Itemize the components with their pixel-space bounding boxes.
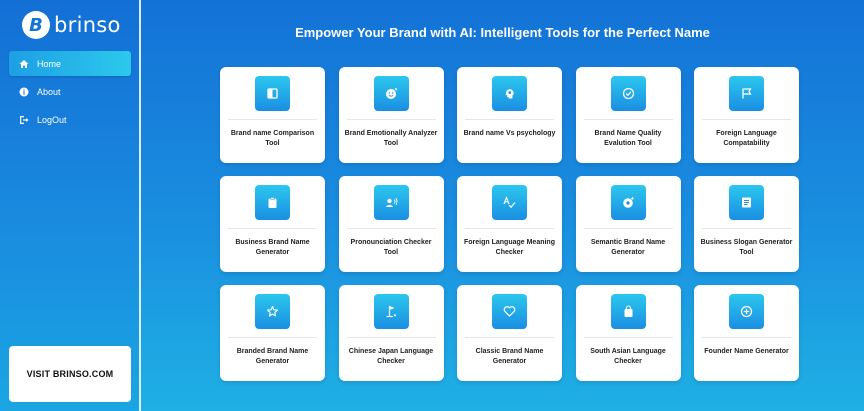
heart-icon xyxy=(492,294,527,329)
card-divider xyxy=(465,337,554,338)
clipboard-icon xyxy=(255,185,290,220)
tool-card-branded-brand-name-generator[interactable]: Branded Brand Name Generator xyxy=(220,285,325,381)
logo-mark: B xyxy=(22,11,50,39)
card-divider xyxy=(228,119,317,120)
card-divider xyxy=(702,119,791,120)
tool-card-label: Branded Brand Name Generator xyxy=(236,348,309,365)
document-icon xyxy=(729,185,764,220)
flag-icon xyxy=(729,76,764,111)
tool-card-business-brand-name-generator[interactable]: Business Brand Name Generator xyxy=(220,176,325,272)
card-divider xyxy=(702,337,791,338)
info-icon xyxy=(19,87,29,96)
tool-card-brand-emotionally-analyzer[interactable]: Brand Emotionally Analyzer Tool xyxy=(338,67,444,163)
sidebar-item-label: Home xyxy=(37,58,62,69)
tool-card-label: Brand name Comparison Tool xyxy=(230,130,315,147)
sidebar: B brinso Home About LogOut VISIT BRINSO.… xyxy=(0,0,141,411)
speaker-icon xyxy=(373,185,409,220)
tool-grid: Brand name Comparison Tool Brand Emotion… xyxy=(220,67,799,381)
card-divider xyxy=(228,337,317,338)
brand-logo[interactable]: B brinso xyxy=(22,11,121,39)
tool-card-label: Chinese Japan Language Checker xyxy=(348,348,434,365)
tool-card-label: Foreign Language Compatability xyxy=(716,130,777,147)
tool-card-semantic-brand-name-generator[interactable]: Semantic Brand Name Generator xyxy=(575,176,681,272)
sidebar-item-label: LogOut xyxy=(37,114,67,125)
card-divider xyxy=(228,228,317,229)
card-divider xyxy=(465,228,554,229)
compare-icon xyxy=(255,76,290,111)
card-divider xyxy=(583,337,673,338)
tool-card-business-slogan-generator[interactable]: Business Slogan Generator Tool xyxy=(694,176,799,272)
card-divider xyxy=(583,119,673,120)
tool-card-chinese-japan-language-checker[interactable]: Chinese Japan Language Checker xyxy=(338,285,444,381)
spellcheck-icon xyxy=(492,185,527,220)
tool-card-label: Pronounciation Checker Tool xyxy=(350,239,432,256)
golf-flag-icon xyxy=(373,294,409,329)
plus-circle-icon xyxy=(729,294,764,329)
sidebar-item-label: About xyxy=(37,86,61,97)
card-divider xyxy=(702,228,791,229)
visit-site-button[interactable]: VISIT BRINSO.COM xyxy=(9,346,131,402)
brand-name: brinso xyxy=(54,13,121,37)
star-icon xyxy=(255,294,290,329)
card-divider xyxy=(346,119,436,120)
tool-card-foreign-language-meaning-checker[interactable]: Foreign Language Meaning Checker xyxy=(457,176,562,272)
card-divider xyxy=(346,337,436,338)
sidebar-nav: Home About LogOut xyxy=(9,51,131,135)
page-title: Empower Your Brand with AI: Intelligent … xyxy=(295,25,710,40)
tool-card-label: South Asian Language Checker xyxy=(590,348,666,365)
tool-card-brand-name-comparison[interactable]: Brand name Comparison Tool xyxy=(220,67,325,163)
card-divider xyxy=(346,228,436,229)
sidebar-item-logout[interactable]: LogOut xyxy=(9,107,131,132)
tool-card-pronounciation-checker[interactable]: Pronounciation Checker Tool xyxy=(338,176,444,272)
tool-card-label: Brand name Vs psychology xyxy=(463,130,556,137)
tool-card-label: Brand Emotionally Analyzer Tool xyxy=(344,130,438,147)
home-icon xyxy=(19,59,29,68)
tool-card-label: Founder Name Generator xyxy=(704,348,789,355)
gear-icon xyxy=(610,185,646,220)
bag-icon xyxy=(610,294,646,329)
card-divider xyxy=(465,119,554,120)
emoji-icon xyxy=(373,76,409,111)
sidebar-item-home[interactable]: Home xyxy=(9,51,131,76)
tool-card-brand-name-vs-psychology[interactable]: Brand name Vs psychology xyxy=(457,67,562,163)
tool-card-label: Semantic Brand Name Generator xyxy=(590,239,666,256)
logout-icon xyxy=(20,115,29,124)
tool-card-label: Business Brand Name Generator xyxy=(235,239,310,256)
card-divider xyxy=(583,228,673,229)
check-circle-icon xyxy=(610,76,646,111)
tool-card-label: Business Slogan Generator Tool xyxy=(700,239,793,256)
tool-card-south-asian-language-checker[interactable]: South Asian Language Checker xyxy=(575,285,681,381)
sidebar-item-about[interactable]: About xyxy=(9,79,131,104)
tool-card-brand-name-quality-evaluation[interactable]: Brand Name Quality Evalution Tool xyxy=(575,67,681,163)
brain-icon xyxy=(492,76,527,111)
tool-card-label: Foreign Language Meaning Checker xyxy=(463,239,555,256)
tool-card-classic-brand-name-generator[interactable]: Classic Brand Name Generator xyxy=(457,285,562,381)
tool-card-foreign-language-compatability[interactable]: Foreign Language Compatability xyxy=(694,67,799,163)
tool-card-label: Classic Brand Name Generator xyxy=(475,348,544,365)
tool-card-label: Brand Name Quality Evalution Tool xyxy=(594,130,662,147)
tool-card-founder-name-generator[interactable]: Founder Name Generator xyxy=(694,285,799,381)
